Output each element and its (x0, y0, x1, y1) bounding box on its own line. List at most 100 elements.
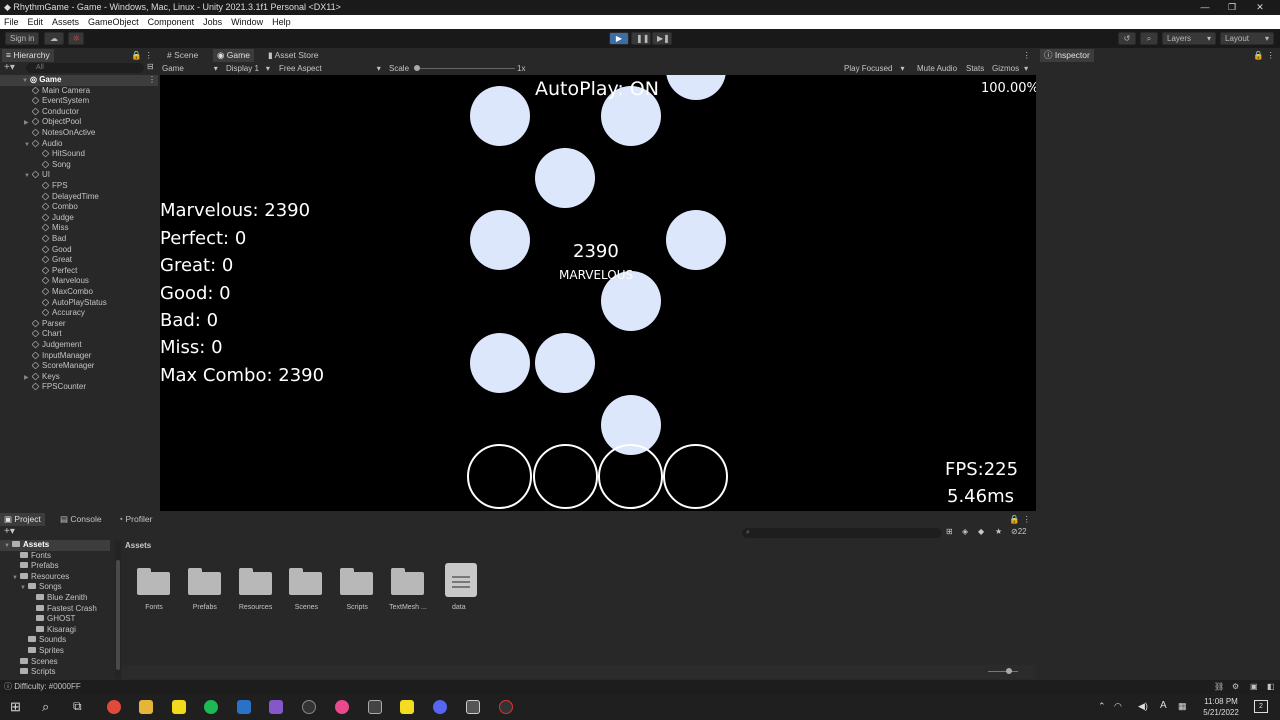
project-tree-item[interactable]: Sounds (20, 635, 66, 646)
discord-icon[interactable] (433, 700, 447, 714)
hierarchy-item[interactable]: InputManager (24, 351, 91, 362)
menu-help[interactable]: Help (272, 15, 291, 29)
project-add-icon[interactable]: +▾ (4, 526, 15, 537)
file-icon[interactable] (444, 563, 477, 597)
ime-icon[interactable]: A (1160, 700, 1167, 711)
project-search-input[interactable]: ⌕ (742, 528, 942, 538)
search-by-type-icon[interactable]: ⊞ (946, 527, 953, 536)
wifi-icon[interactable]: ◠ (1114, 701, 1122, 712)
asset-label[interactable]: Fonts (129, 604, 179, 611)
folder-icon[interactable] (238, 568, 272, 595)
hierarchy-item[interactable]: Great (34, 255, 72, 266)
history-icon[interactable]: ↺ (1118, 32, 1136, 45)
file-explorer-icon[interactable] (139, 700, 153, 714)
project-tree-item[interactable]: Scripts (12, 667, 55, 678)
project-tree-item[interactable]: Fonts (12, 551, 51, 562)
favorite-icon[interactable]: ★ (995, 527, 1002, 536)
play-focused-dropdown[interactable]: Play Focused ▾ (844, 62, 904, 75)
menu-file[interactable]: File (4, 15, 19, 29)
folder-icon[interactable] (391, 568, 424, 595)
play-button[interactable]: ▶ (609, 32, 629, 45)
aspect-dropdown[interactable]: Free Aspect ▾ (279, 62, 381, 75)
maximize-button[interactable]: ❐ (1219, 0, 1245, 15)
menu-component[interactable]: Component (148, 15, 195, 29)
visual-studio-icon[interactable] (269, 700, 283, 714)
asset-label[interactable]: Prefabs (180, 604, 230, 611)
asset-label[interactable]: data (434, 604, 484, 611)
tab-game[interactable]: ◉ Game (213, 49, 254, 62)
hierarchy-item[interactable]: Perfect (34, 266, 77, 277)
chrome-icon[interactable] (107, 700, 121, 714)
gizmos-dropdown[interactable]: Gizmos ▾ (992, 62, 1028, 75)
hierarchy-item[interactable]: HitSound (34, 149, 85, 160)
hidden-packages-icon[interactable]: ⊘22 (1011, 527, 1027, 536)
project-tree-item[interactable]: Fastest Crash (28, 604, 97, 615)
status-message[interactable]: Difficulty: #0000FF (14, 682, 81, 691)
layout-dropdown[interactable]: Layout ▾ (1220, 32, 1274, 45)
asset-label[interactable]: Resources (231, 604, 281, 611)
more-icon[interactable]: ⋮ (145, 49, 154, 62)
notification-center-icon[interactable]: 2 (1254, 700, 1268, 713)
hierarchy-item[interactable]: ▶ ObjectPool (24, 117, 81, 128)
hierarchy-item[interactable]: ▼ UI (24, 170, 50, 181)
windows-start-icon[interactable]: ⊞ (10, 699, 21, 715)
cloud-icon[interactable]: ☁ (44, 32, 64, 45)
scale-slider-track[interactable] (415, 68, 515, 69)
hierarchy-item[interactable]: Main Camera (24, 86, 90, 97)
hierarchy-item[interactable]: Bad (34, 234, 66, 245)
tab-project[interactable]: ▣ Project (0, 513, 45, 526)
hierarchy-item[interactable]: EventSystem (24, 96, 89, 107)
project-tree-item[interactable]: ▼ Assets (0, 540, 110, 551)
folder-icon[interactable] (340, 568, 374, 595)
search-icon[interactable]: ⌕ (1140, 32, 1158, 45)
cache-icon[interactable]: ▣ (1250, 680, 1258, 694)
hierarchy-item[interactable]: Good (34, 245, 72, 256)
unity-editor-icon[interactable] (466, 700, 480, 714)
mute-audio-toggle[interactable]: Mute Audio (917, 62, 957, 75)
unity-hub-icon[interactable] (368, 700, 382, 714)
menu-assets[interactable]: Assets (52, 15, 79, 29)
expand-arrow-icon[interactable]: ▼ (24, 140, 32, 151)
tray-chevron-icon[interactable]: ⌃ (1098, 701, 1106, 712)
project-tree-item[interactable]: GHOST (28, 614, 75, 625)
photos-icon[interactable] (237, 700, 251, 714)
expand-arrow-icon[interactable]: ▼ (20, 583, 28, 594)
progress-icon[interactable]: ⚙ (1232, 680, 1239, 694)
expand-arrow-icon[interactable]: ▼ (12, 573, 20, 584)
pause-button[interactable]: ❚❚ (631, 32, 651, 45)
icon-size-slider[interactable] (988, 671, 1018, 672)
project-more-icon[interactable]: ⋮ (1023, 513, 1032, 526)
project-tree-item[interactable]: Blue Zenith (28, 593, 87, 604)
project-tree-item[interactable]: Scenes (12, 657, 58, 668)
stats-toggle[interactable]: Stats (966, 62, 984, 75)
sticky-notes-icon[interactable] (172, 700, 186, 714)
hierarchy-root-row[interactable]: ▼ ◎ Game ⋮ (0, 75, 158, 86)
system-clock[interactable]: 11:08 PM 5/21/2022 (1198, 696, 1244, 718)
project-lock-icon[interactable]: 🔒 (1009, 513, 1020, 526)
menu-gameobject[interactable]: GameObject (88, 15, 139, 29)
folder-icon[interactable] (187, 568, 221, 595)
task-view-icon[interactable]: ⧉ (73, 699, 82, 714)
icon-size-handle[interactable] (1006, 668, 1012, 674)
close-button[interactable]: ✕ (1247, 0, 1273, 15)
hierarchy-item[interactable]: ▼ Audio (24, 139, 62, 150)
asset-label[interactable]: Scenes (281, 604, 331, 611)
collab-icon[interactable]: ✲ (68, 32, 84, 45)
scene-more-icon[interactable]: ⋮ (148, 75, 156, 84)
project-tree-item[interactable]: Sprites (20, 646, 64, 657)
hierarchy-item[interactable]: NotesOnActive (24, 128, 95, 139)
scale-slider-handle[interactable] (414, 65, 420, 71)
hierarchy-item[interactable]: MaxCombo (34, 287, 93, 298)
hierarchy-item[interactable]: FPS (34, 181, 68, 192)
folder-icon[interactable] (137, 568, 170, 595)
project-tree-item[interactable]: Prefabs (12, 561, 59, 572)
tab-scene[interactable]: # Scene (163, 49, 202, 62)
network-icon[interactable]: ⛓ (1214, 680, 1224, 694)
tree-scrollbar[interactable] (115, 540, 121, 679)
folder-icon[interactable] (289, 568, 323, 595)
osu-icon[interactable] (335, 700, 349, 714)
tab-hierarchy[interactable]: ≡ Hierarchy (2, 49, 54, 62)
project-tree-item[interactable]: ▼ Songs (20, 582, 62, 593)
keyboard-icon[interactable]: ▦ (1178, 701, 1187, 712)
project-tree-item[interactable]: ▼ Resources (12, 572, 69, 583)
